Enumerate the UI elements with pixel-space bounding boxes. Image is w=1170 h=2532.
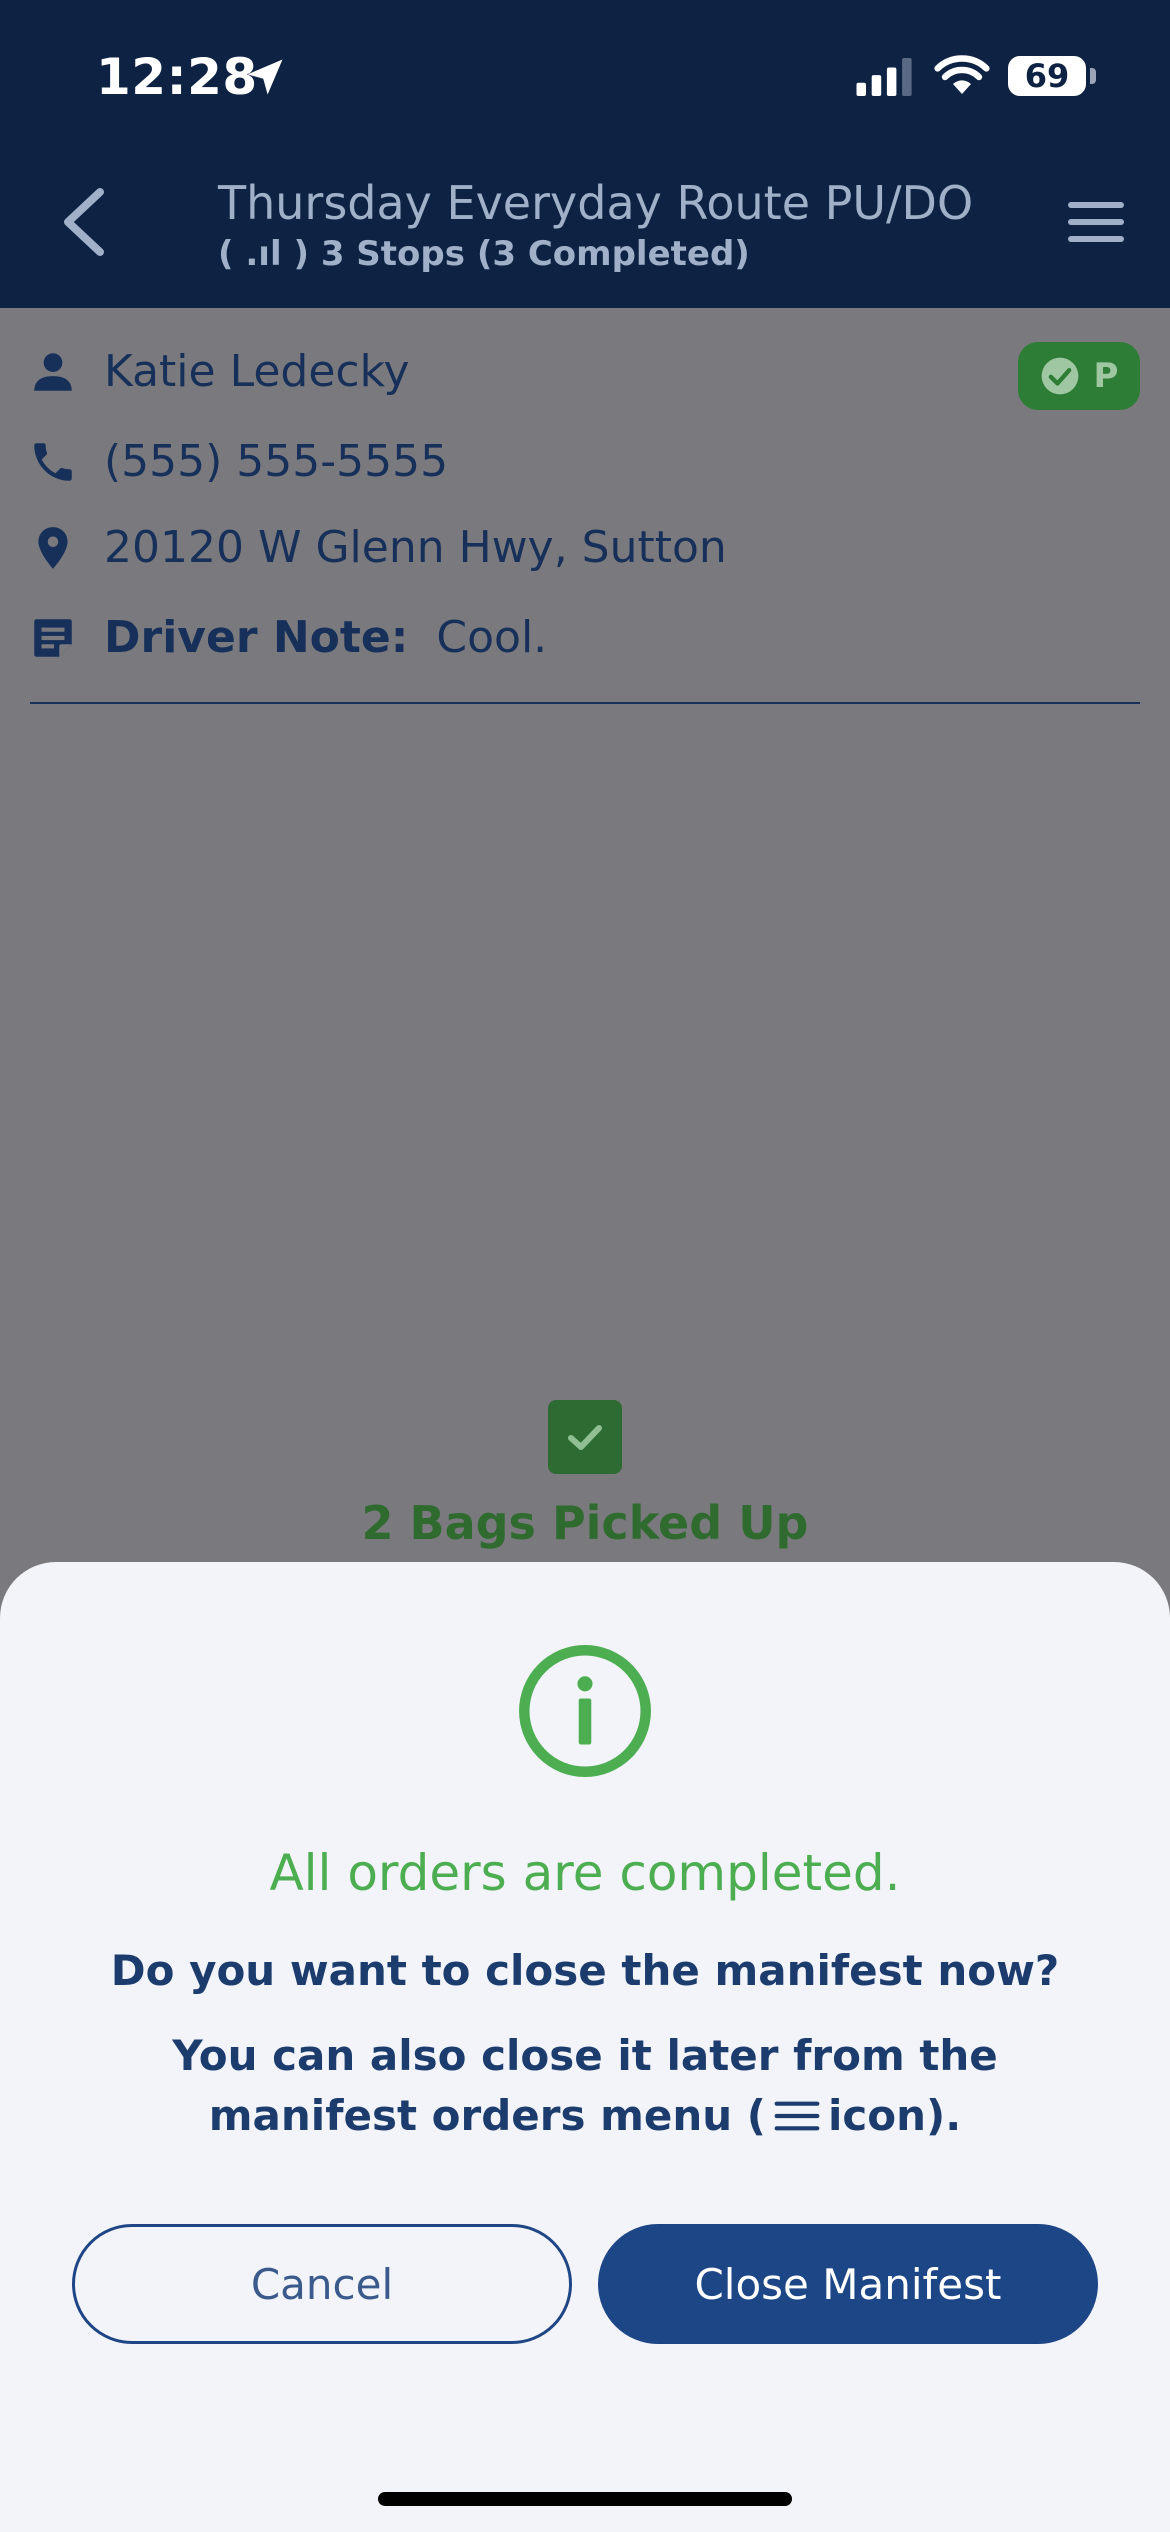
- dialog-question: Do you want to close the manifest now?: [110, 1946, 1060, 1995]
- cancel-button[interactable]: Cancel: [72, 2224, 572, 2344]
- cellular-signal-icon: [856, 58, 912, 96]
- home-indicator[interactable]: [378, 2492, 792, 2506]
- customer-address: 20120 W Glenn Hwy, Sutton: [104, 522, 727, 573]
- checkmark-icon: [568, 1425, 602, 1450]
- badge-letter: P: [1093, 356, 1119, 396]
- route-subtitle: ( .ıl ) 3 Stops (3 Completed): [218, 234, 750, 274]
- divider: [30, 702, 1140, 704]
- driver-note-value: Cool.: [436, 612, 548, 663]
- note-icon: [34, 618, 72, 657]
- customer-name-row: Katie Ledecky: [28, 346, 410, 397]
- location-arrow-icon: [247, 59, 283, 95]
- wifi-icon: [934, 55, 990, 94]
- customer-name: Katie Ledecky: [104, 346, 410, 397]
- driver-note-label: Driver Note:: [104, 612, 409, 663]
- map-pin-icon: [38, 526, 68, 569]
- battery-indicator: 69: [1008, 56, 1086, 96]
- close-manifest-button[interactable]: Close Manifest: [598, 2224, 1098, 2344]
- hamburger-menu-icon: [774, 2101, 820, 2131]
- customer-phone-row[interactable]: (555) 555-5555: [28, 436, 448, 487]
- dialog-hint: You can also close it later from the man…: [80, 2026, 1090, 2146]
- hamburger-menu-icon[interactable]: [1068, 200, 1124, 244]
- checkbox-checked-icon: [548, 1400, 622, 1474]
- check-circle-icon: [1041, 357, 1078, 395]
- app-header: 12:28 69 Thursday Everyday Route PU/DO (…: [0, 0, 1170, 308]
- route-title: Thursday Everyday Route PU/DO: [218, 176, 974, 230]
- info-circle-icon: [519, 1645, 651, 1777]
- customer-phone: (555) 555-5555: [104, 436, 449, 487]
- customer-address-row[interactable]: 20120 W Glenn Hwy, Sutton: [28, 522, 727, 573]
- person-icon: [34, 352, 72, 391]
- pickup-status-badge: P: [1018, 342, 1140, 410]
- status-time: 12:28: [96, 48, 258, 106]
- bags-picked-up-label: 2 Bags Picked Up: [361, 1496, 809, 1550]
- battery-nub: [1090, 68, 1096, 84]
- driver-note-row: Driver Note: Cool.: [28, 612, 547, 663]
- back-button[interactable]: [56, 186, 110, 258]
- dialog-title: All orders are completed.: [269, 1844, 901, 1902]
- dialog-hint-after: icon).: [827, 2091, 962, 2140]
- phone-icon: [34, 442, 72, 481]
